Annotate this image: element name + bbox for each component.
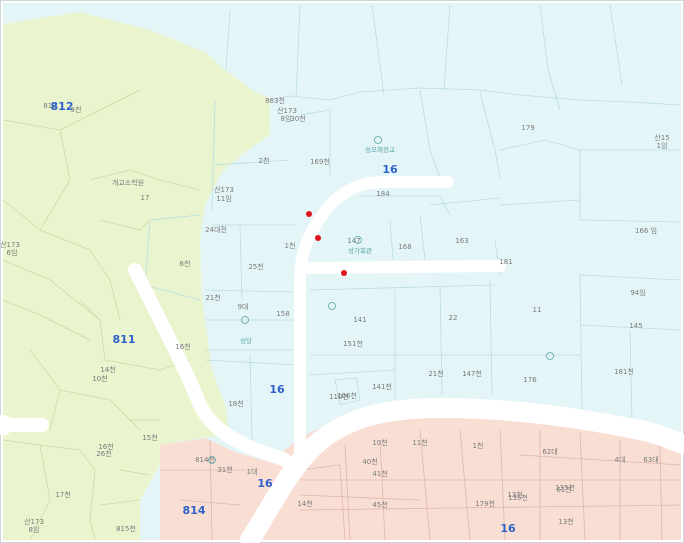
parcel-label: 1임 bbox=[657, 142, 668, 150]
parcel-label: 17 bbox=[141, 194, 150, 202]
parcel-label: 145 bbox=[629, 322, 642, 330]
location-marker-3[interactable] bbox=[341, 270, 347, 276]
parcel-label: 11천 bbox=[412, 438, 427, 447]
parcel-label: 63대 bbox=[643, 456, 658, 464]
parcel-label: 106천 bbox=[337, 391, 357, 400]
parcel-label: 25천 bbox=[248, 262, 263, 271]
parcel-label: 141 bbox=[353, 316, 366, 324]
parcel-label: 22 bbox=[449, 314, 458, 322]
building-label: 성모해정교 bbox=[365, 145, 395, 154]
parcel-label: 1대 bbox=[247, 468, 258, 476]
parcel-label: 41천 bbox=[372, 469, 387, 478]
parcel-label: 1천 bbox=[473, 441, 484, 450]
road-east bbox=[302, 260, 506, 274]
parcel-label: 6임 bbox=[7, 249, 18, 257]
parcel-label: 181천 bbox=[614, 367, 634, 376]
parcel-label: 개교소학원 bbox=[112, 178, 144, 187]
parcel-label: 산15 bbox=[654, 133, 669, 142]
parcel-label: 184 bbox=[376, 190, 390, 198]
building-label: 성가회관 bbox=[348, 246, 372, 255]
block-number-label: 16 bbox=[257, 477, 273, 490]
parcel-label: 2천 bbox=[259, 156, 270, 165]
block-number-label: 16 bbox=[500, 522, 516, 535]
parcel-label: 166 임 bbox=[635, 227, 657, 235]
parcel-label: 10천 bbox=[372, 438, 387, 447]
parcel-label: 169천 bbox=[310, 157, 330, 166]
parcel-label: 11임 bbox=[216, 195, 231, 203]
parcel-label: 26천 bbox=[96, 449, 111, 458]
parcel-label: 17천 bbox=[55, 490, 70, 499]
parcel-label: 158 bbox=[276, 310, 289, 318]
parcel-label: 1천 bbox=[285, 241, 296, 250]
parcel-label: 24대전 bbox=[205, 225, 227, 234]
parcel-label: 147천 bbox=[462, 369, 482, 378]
parcel-label: 141천 bbox=[372, 382, 392, 391]
parcel-label: 135천 bbox=[555, 483, 575, 492]
block-number-label: 16 bbox=[269, 383, 285, 396]
parcel-label: 15천 bbox=[142, 433, 157, 442]
parcel-label: 62대 bbox=[542, 448, 557, 456]
parcel-label: 179천 bbox=[475, 499, 495, 508]
parcel-label: 163 bbox=[455, 237, 468, 245]
parcel-label: 13천 bbox=[558, 517, 573, 526]
parcel-label: 94임 bbox=[630, 289, 645, 297]
parcel-label: 8임 bbox=[29, 526, 40, 534]
parcel-label: 14천 bbox=[297, 499, 312, 508]
parcel-label: 30천 bbox=[290, 114, 305, 123]
parcel-label: 6천 bbox=[180, 259, 191, 268]
block-number-label: 16 bbox=[382, 163, 398, 176]
parcel-label: 14천 bbox=[100, 365, 115, 374]
parcel-label: 산173 bbox=[214, 185, 234, 194]
parcel-label: 4대 bbox=[615, 456, 626, 464]
parcel-label: 179 bbox=[521, 124, 534, 132]
parcel-label: 181 bbox=[499, 258, 512, 266]
parcel-label: 135천 bbox=[508, 493, 528, 502]
parcel-label: 18천 bbox=[228, 399, 243, 408]
block-number-label: 812 bbox=[51, 100, 74, 113]
parcel-label: 815천 bbox=[116, 524, 136, 533]
parcel-label: 21천 bbox=[428, 369, 443, 378]
parcel-label: 176 bbox=[523, 376, 537, 384]
map-view[interactable]: 812 3천 863천 산173 8임 30천 2천 169천 개교소학원 17 산173 11임 24… bbox=[0, 0, 684, 543]
location-marker-2[interactable] bbox=[315, 235, 321, 241]
parcel-label: 40천 bbox=[362, 457, 377, 466]
parcel-label: 11 bbox=[533, 306, 542, 314]
parcel-label: 산173 bbox=[277, 106, 297, 115]
parcel-label: 10천 bbox=[92, 374, 107, 383]
map-canvas[interactable]: 812 3천863천산1738임30천2천 169천개교소학원17산17311임24… bbox=[0, 0, 684, 543]
parcel-label: 863천 bbox=[265, 96, 285, 105]
block-number-label: 814 bbox=[183, 504, 206, 517]
parcel-label: 45천 bbox=[372, 500, 387, 509]
parcel-label: 31천 bbox=[217, 465, 232, 474]
location-marker-1[interactable] bbox=[306, 211, 312, 217]
parcel-label: 9대 bbox=[238, 303, 249, 311]
building-label: 성당 bbox=[240, 336, 252, 345]
parcel-label: 16천 bbox=[175, 342, 190, 351]
parcel-label: 151천 bbox=[343, 339, 363, 348]
block-number-label: 811 bbox=[113, 333, 136, 346]
parcel-label: 산173 bbox=[0, 240, 20, 249]
parcel-label: 산173 bbox=[24, 517, 44, 526]
parcel-label: 168 bbox=[398, 243, 411, 251]
parcel-label: 21천 bbox=[205, 293, 220, 302]
